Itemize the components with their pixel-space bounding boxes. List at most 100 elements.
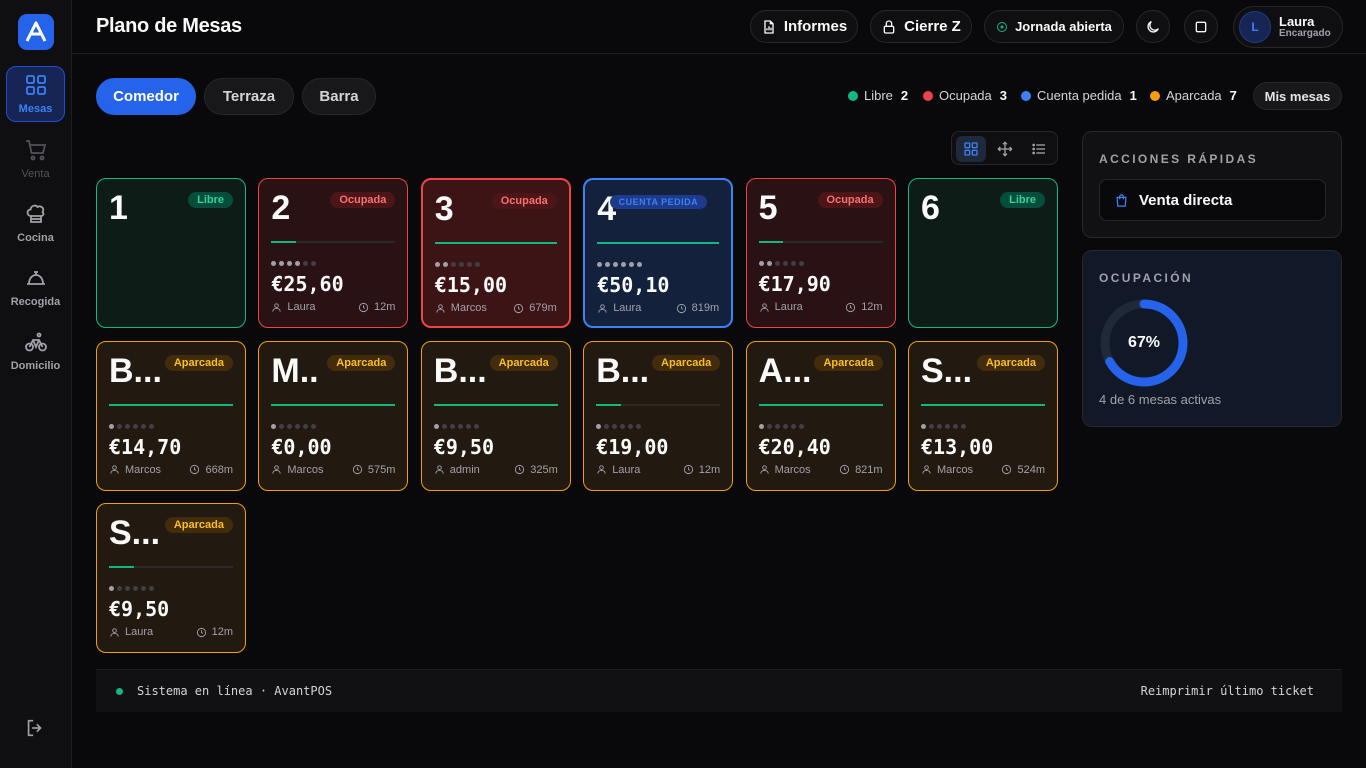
jornada-status-button[interactable]: Jornada abierta <box>984 10 1124 43</box>
status-footer: Sistema en línea · AvantPOS Reimprimir ú… <box>96 669 1342 712</box>
table-meta: Marcos 668m <box>109 464 233 476</box>
user-name: Laura <box>1279 13 1315 29</box>
tab-terraza[interactable]: Terraza <box>204 78 294 115</box>
sidebar-item-label: Venta <box>21 168 50 180</box>
jornada-label: Jornada abierta <box>1015 19 1112 34</box>
guest-dot <box>271 261 277 266</box>
list-view-button[interactable] <box>1024 136 1054 162</box>
legend-count: 1 <box>1129 88 1137 103</box>
waiter-name: Laura <box>774 301 803 313</box>
view-toggle <box>951 131 1058 165</box>
elapsed-time: 12m <box>373 301 396 313</box>
sidebar-item-venta[interactable]: Venta <box>6 131 65 187</box>
clock-icon <box>352 464 362 475</box>
sidebar-item-cocina[interactable]: Cocina <box>6 195 65 251</box>
guest-dot <box>597 262 603 267</box>
status-badge: Libre <box>188 192 233 208</box>
legend-label: Ocupada <box>939 88 992 103</box>
status-badge: Aparcada <box>976 354 1045 371</box>
reprint-ticket-button[interactable]: Reimprimir último ticket <box>1141 684 1314 698</box>
guest-dot <box>466 262 472 267</box>
guest-dot <box>636 423 642 429</box>
guest-dot <box>766 423 772 429</box>
waiter-name: admin <box>449 463 480 476</box>
table-card[interactable]: S... Aparcada €9,50 Laura 12m <box>96 503 246 653</box>
cierre-z-button[interactable]: Cierre Z <box>870 10 972 43</box>
status-badge: Ocupada <box>491 193 557 209</box>
table-card[interactable]: 5 Ocupada €17,90 Laura 12m <box>745 178 896 328</box>
legend-libre: Libre 2 <box>848 88 908 103</box>
user-menu[interactable]: L Laura Encargado <box>1233 6 1343 48</box>
guest-dot <box>287 261 293 266</box>
table-card[interactable]: A... Aparcada €20,40 Marcos 821m <box>745 340 896 491</box>
waiter: Laura <box>596 464 640 476</box>
table-meta: Marcos 575m <box>271 464 395 476</box>
table-card[interactable]: 6 Libre <box>908 178 1058 328</box>
logout-icon[interactable] <box>24 717 46 739</box>
grid-view-button[interactable] <box>956 136 986 162</box>
guest-dot <box>295 261 301 266</box>
table-card[interactable]: B... Aparcada €9,50 admin 325m <box>420 340 571 491</box>
guest-dot <box>621 262 627 267</box>
legend-label: Cuenta pedida <box>1037 88 1122 103</box>
legend-label: Aparcada <box>1166 88 1222 103</box>
guest-dots <box>271 261 317 266</box>
elapsed-time: 12m <box>211 626 233 638</box>
bicycle-icon <box>24 332 47 352</box>
table-card[interactable]: 1 Libre <box>96 178 246 328</box>
guest-dot <box>287 423 293 429</box>
table-card[interactable]: 4 CUENTA PEDIDA €50,10 Laura 819m <box>583 178 734 328</box>
table-card[interactable]: B... Aparcada €19,00 Laura 12m <box>583 340 734 491</box>
waiter-name: Marcos <box>937 463 974 476</box>
elapsed: 668m <box>189 464 233 476</box>
waiter-name: Laura <box>287 301 316 313</box>
guest-dot <box>790 261 796 266</box>
guest-dot <box>125 423 130 429</box>
table-amount: €15,00 <box>434 273 508 297</box>
theme-toggle-button[interactable] <box>1136 10 1170 43</box>
guest-dot <box>620 423 626 429</box>
table-card[interactable]: B... Aparcada €14,70 Marcos 668m <box>96 340 246 491</box>
app-logo[interactable] <box>18 14 54 50</box>
sidebar-item-recogida[interactable]: Recogida <box>6 259 65 315</box>
report-icon <box>764 19 774 34</box>
user-icon <box>597 465 606 474</box>
quick-actions-panel: ACCIONES RÁPIDAS Venta directa <box>1082 131 1342 238</box>
table-card[interactable]: 2 Ocupada €25,60 Laura 12m <box>258 178 409 328</box>
guest-dot <box>133 586 138 591</box>
waiter: Laura <box>597 302 641 314</box>
guest-dot <box>604 423 610 429</box>
informes-button[interactable]: Informes <box>750 10 858 43</box>
progress-fill <box>597 242 720 244</box>
sidebar-item-domicilio[interactable]: Domicilio <box>6 323 65 379</box>
grid-icon <box>25 75 46 95</box>
table-meta: Laura 12m <box>271 301 395 313</box>
table-card[interactable]: 3 Ocupada €15,00 Marcos 679m <box>420 178 571 328</box>
guest-dots <box>597 262 643 267</box>
venta-directa-button[interactable]: Venta directa <box>1099 179 1326 221</box>
progress-fill <box>433 403 558 406</box>
guest-dot <box>774 261 780 266</box>
table-card[interactable]: M.. Aparcada €0,00 Marcos 575m <box>258 340 409 491</box>
mis-mesas-button[interactable]: Mis mesas <box>1253 82 1342 110</box>
shopping-bag-icon <box>1116 193 1127 207</box>
guest-dots <box>271 423 317 429</box>
sidebar-item-mesas[interactable]: Mesas <box>6 66 65 122</box>
tab-barra[interactable]: Barra <box>302 78 376 115</box>
fullscreen-button[interactable] <box>1184 10 1218 43</box>
table-amount: €9,50 <box>109 597 170 621</box>
layout-edit-button[interactable] <box>990 136 1020 162</box>
sidebar-item-label: Mesas <box>18 103 53 115</box>
guest-dot <box>303 261 309 266</box>
tab-comedor[interactable]: Comedor <box>96 78 196 115</box>
clock-icon <box>676 303 686 313</box>
guest-dot <box>758 261 764 266</box>
guest-dot <box>295 423 301 429</box>
table-amount: €14,70 <box>109 434 182 459</box>
guest-dot <box>774 423 780 429</box>
occupancy-percent: 67% <box>1127 334 1161 351</box>
guest-dot <box>961 423 966 429</box>
guest-dot <box>271 423 277 429</box>
elapsed-time: 575m <box>367 463 396 476</box>
table-card[interactable]: S... Aparcada €13,00 Marcos 524m <box>908 340 1058 491</box>
